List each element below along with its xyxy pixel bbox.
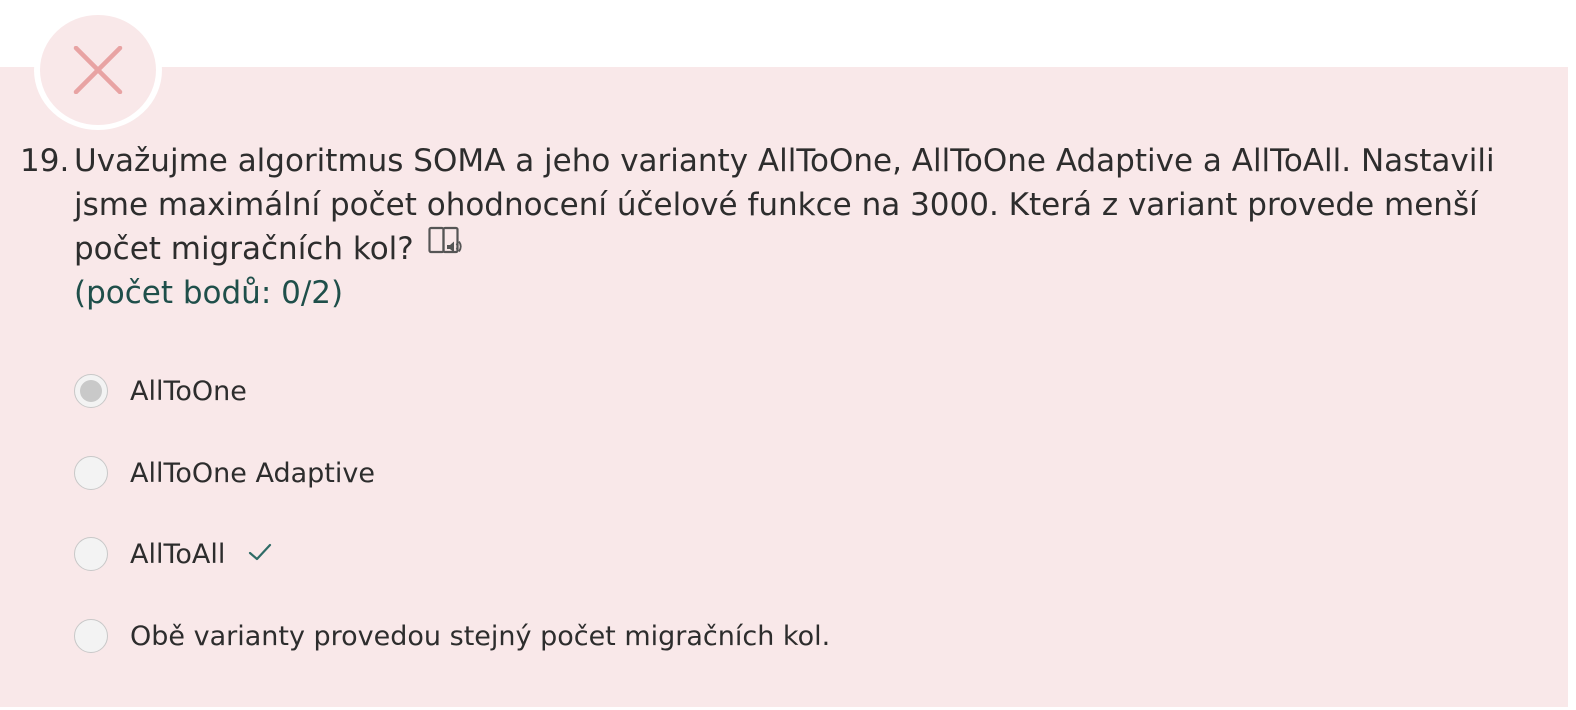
close-icon [73,46,123,94]
radio-button-selected[interactable] [74,374,108,408]
radio-selected-dot [80,380,102,402]
radio-button[interactable] [74,456,108,490]
quiz-question-page: 19. Uvažujme algoritmus SOMA a jeho vari… [0,0,1576,710]
incorrect-status-badge [34,10,162,130]
question-text: Uvažujme algoritmus SOMA a jeho varianty… [74,143,1495,267]
answer-option-label: AllToOne [130,375,247,407]
answer-option-label: AllToAll [130,538,226,570]
question-block: 19. Uvažujme algoritmus SOMA a jeho vari… [20,139,1550,315]
answer-option[interactable]: Obě varianty provedou stejný počet migra… [74,595,830,695]
read-aloud-icon[interactable] [428,225,464,271]
radio-button[interactable] [74,537,108,571]
answer-option-label: AllToOne Adaptive [130,457,375,489]
question-score: (počet bodů: 0/2) [74,275,344,311]
correct-answer-check-icon [247,542,273,566]
radio-button[interactable] [74,619,108,653]
question-text-wrapper: Uvažujme algoritmus SOMA a jeho varianty… [74,139,1550,271]
answer-option-label: Obě varianty provedou stejný počet migra… [130,620,831,652]
question-number: 19. [20,143,70,179]
